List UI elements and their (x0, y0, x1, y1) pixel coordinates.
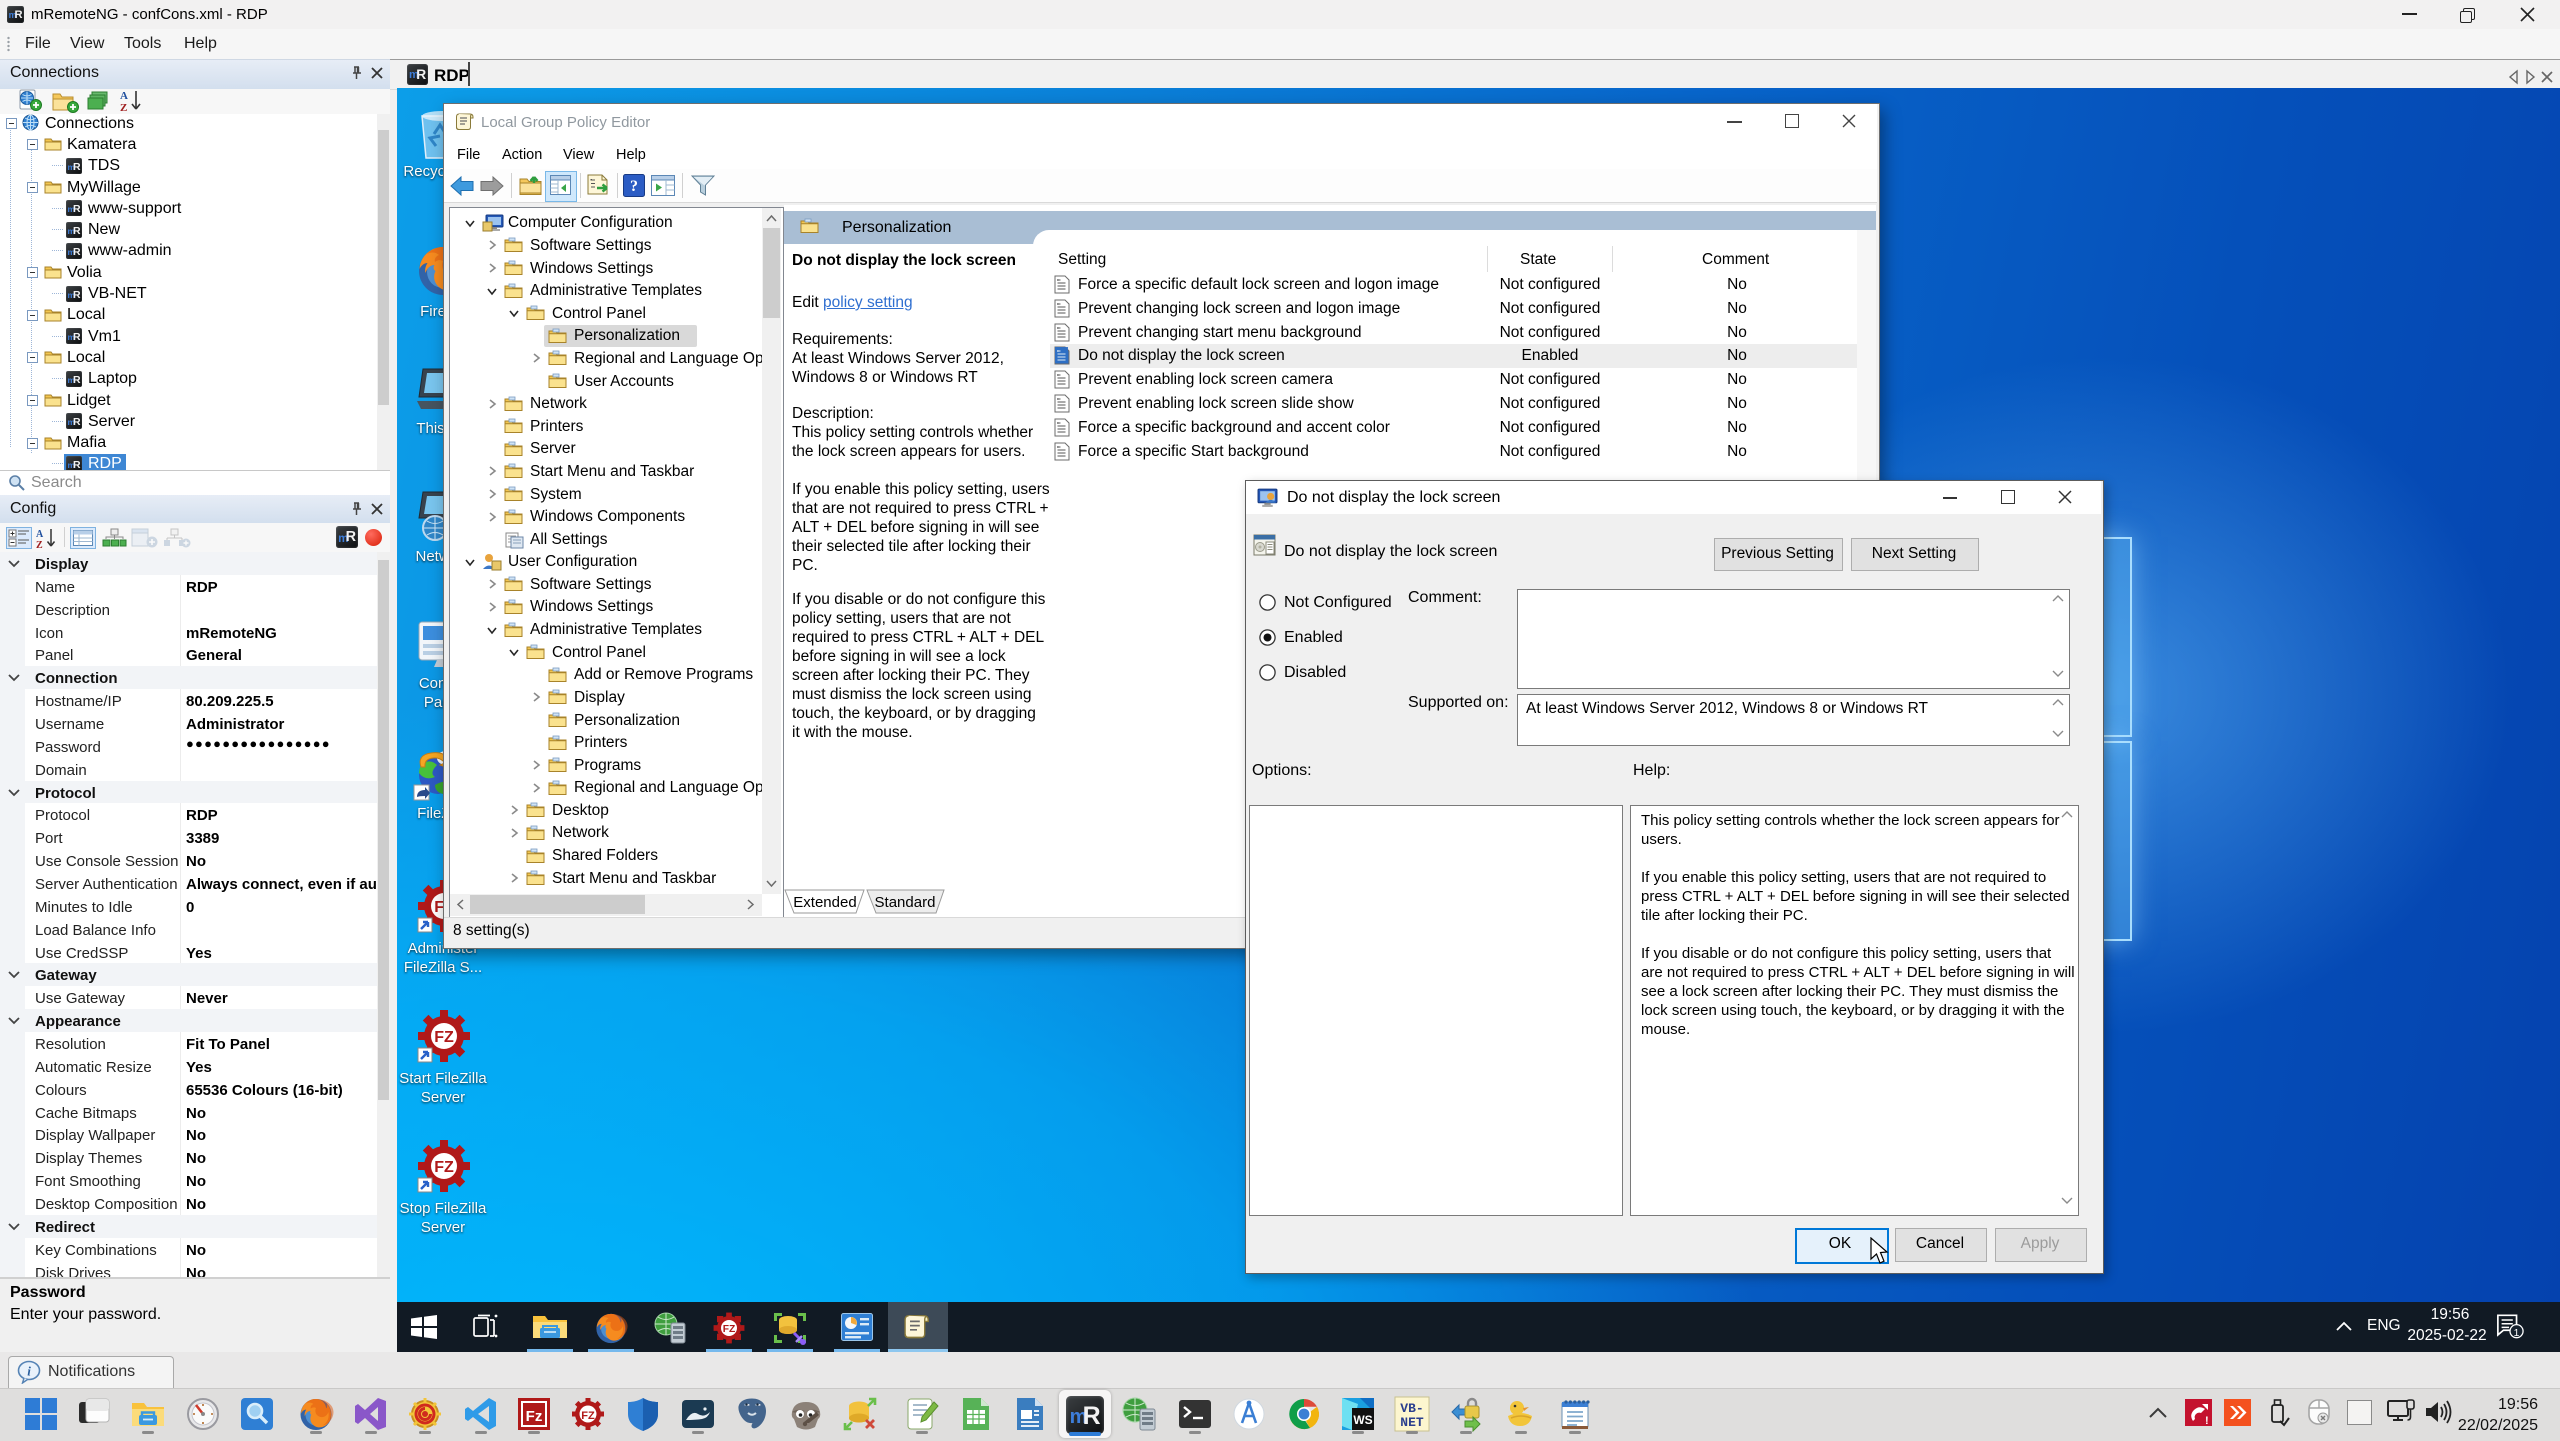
svg-text:FZ: FZ (434, 1029, 454, 1046)
svg-text:Extended: Extended (793, 894, 856, 911)
svg-text:WS: WS (1353, 1413, 1372, 1427)
svg-text:1: 1 (2514, 1328, 2520, 1339)
svg-text:i: i (27, 1364, 31, 1379)
svg-text:Z: Z (36, 540, 43, 551)
svg-text:Fz: Fz (526, 1408, 543, 1425)
svg-text:FZ: FZ (581, 1410, 595, 1422)
svg-text:VB-: VB- (1400, 1401, 1423, 1416)
svg-text:FZ: FZ (434, 1159, 454, 1176)
svg-text:NET: NET (1400, 1415, 1424, 1430)
svg-text:FZ: FZ (723, 1324, 736, 1335)
svg-text:?: ? (630, 178, 638, 195)
svg-text:A: A (36, 529, 44, 540)
svg-text:Z: Z (120, 102, 127, 114)
svg-text:Standard: Standard (875, 894, 936, 911)
svg-text:!: ! (2205, 1415, 2209, 1426)
svg-text:A: A (120, 90, 128, 102)
